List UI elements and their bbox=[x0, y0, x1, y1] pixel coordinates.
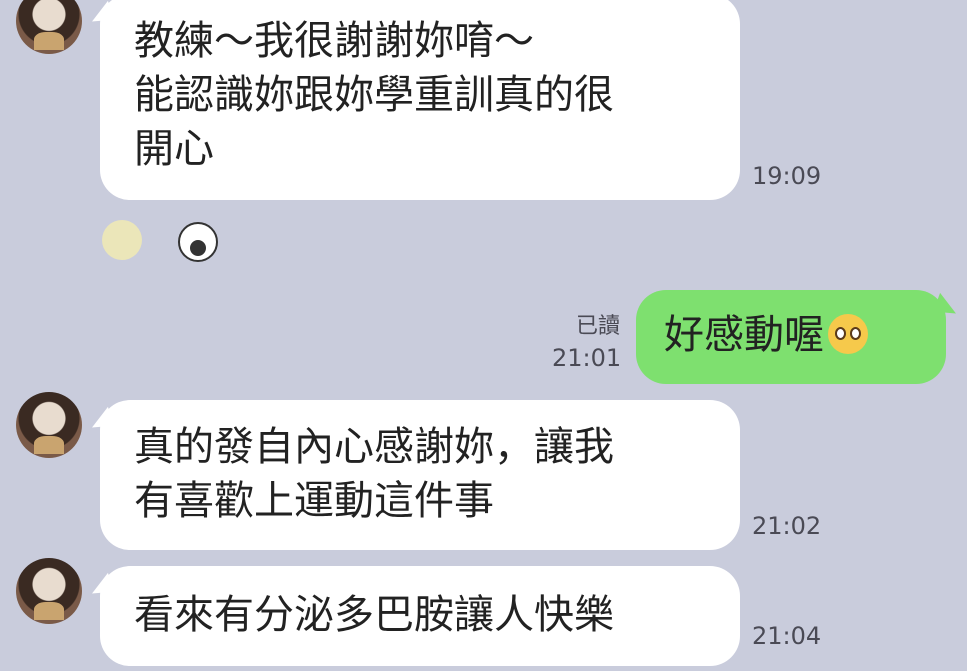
message-timestamp: 19:09 bbox=[752, 162, 822, 190]
incoming-message-bubble[interactable]: 看來有分泌多巴胺讓人快樂 bbox=[100, 566, 740, 666]
sticker-face-icon[interactable] bbox=[178, 222, 218, 262]
smiley-face-icon[interactable] bbox=[102, 220, 142, 260]
incoming-message-bubble[interactable]: 教練～我很謝謝妳唷～ 能認識妳跟妳學重訓真的很 開心 bbox=[100, 0, 740, 200]
message-timestamp: 21:02 bbox=[752, 512, 822, 540]
message-text: 好感動喔 bbox=[664, 312, 824, 358]
incoming-message-bubble[interactable]: 真的發自內心感謝妳，讓我 有喜歡上運動這件事 bbox=[100, 400, 740, 550]
message-timestamp: 21:01 bbox=[552, 344, 622, 372]
sender-avatar[interactable] bbox=[16, 558, 82, 624]
outgoing-message-bubble[interactable]: 好感動喔 bbox=[636, 290, 946, 384]
message-text: 看來有分泌多巴胺讓人快樂 bbox=[134, 592, 614, 638]
pleading-face-emoji bbox=[828, 314, 868, 354]
message-timestamp: 21:04 bbox=[752, 622, 822, 650]
message-text-line: 真的發自內心感謝妳，讓我 bbox=[134, 424, 614, 470]
message-text-line: 教練～我很謝謝妳唷～ bbox=[134, 18, 534, 64]
message-text-line: 開心 bbox=[134, 126, 214, 172]
message-text-line: 有喜歡上運動這件事 bbox=[134, 478, 494, 524]
read-receipt: 已讀 bbox=[575, 314, 620, 339]
message-text-line: 能認識妳跟妳學重訓真的很 bbox=[134, 72, 614, 118]
sender-avatar[interactable] bbox=[16, 392, 82, 458]
sender-avatar[interactable] bbox=[16, 0, 82, 54]
